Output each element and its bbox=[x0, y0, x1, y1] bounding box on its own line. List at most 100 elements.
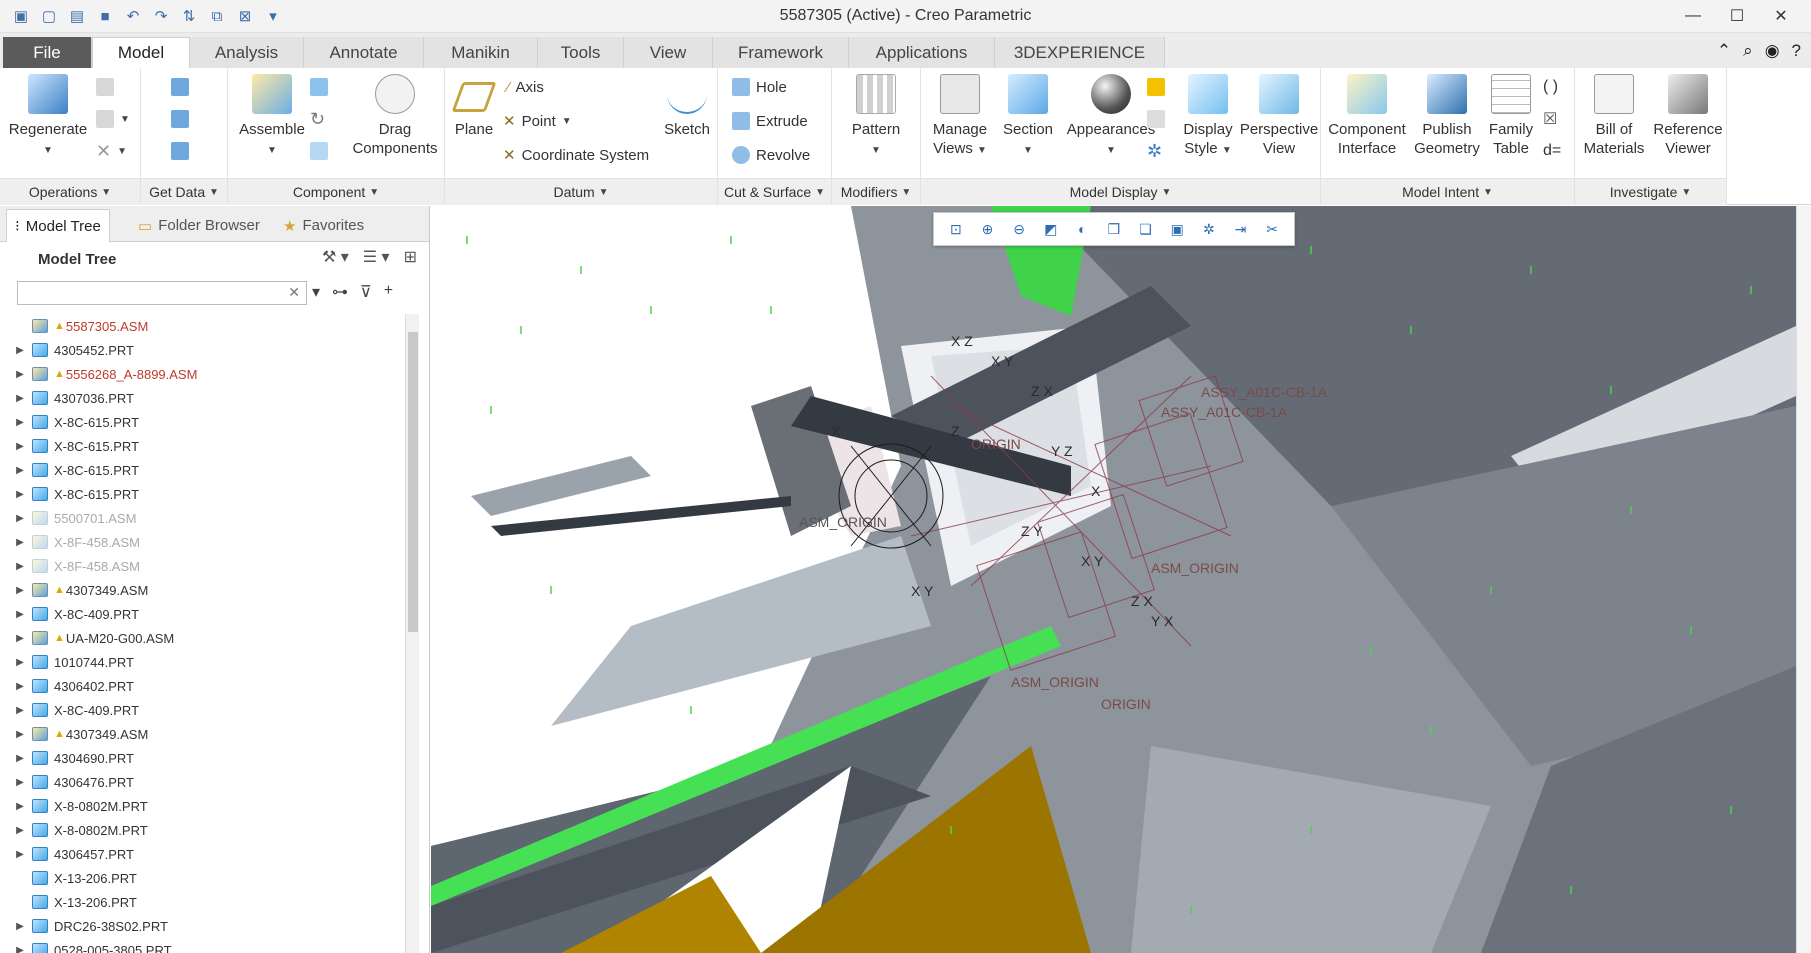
modifiers-group-label[interactable]: Modifiers ▼ bbox=[832, 178, 920, 205]
relations-button[interactable]: ( ) bbox=[1543, 76, 1558, 98]
expand-arrow-icon[interactable]: ▶ bbox=[12, 657, 28, 668]
clear-search-icon[interactable]: ✕ bbox=[288, 284, 300, 301]
tree-item[interactable]: X-13-206.PRT bbox=[12, 890, 404, 914]
component-interface-button[interactable]: Component Interface bbox=[1325, 74, 1409, 158]
collapse-ribbon-icon[interactable]: ⌃ bbox=[1717, 41, 1731, 61]
expand-arrow-icon[interactable]: ▶ bbox=[12, 417, 28, 428]
expand-arrow-icon[interactable]: ▶ bbox=[12, 633, 28, 644]
operations-group-label[interactable]: Operations ▼ bbox=[0, 178, 140, 205]
tree-item[interactable]: ▶ X-8C-409.PRT bbox=[12, 602, 404, 626]
tab-tools[interactable]: Tools bbox=[538, 37, 624, 68]
tab-model-tree[interactable]: ⁝ Model Tree bbox=[6, 209, 110, 242]
tree-item[interactable]: ▶ 4305452.PRT bbox=[12, 338, 404, 362]
expand-arrow-icon[interactable]: ▶ bbox=[12, 561, 28, 572]
point-button[interactable]: ✕ Point ▼ bbox=[503, 110, 572, 132]
expand-arrow-icon[interactable]: ▶ bbox=[12, 537, 28, 548]
tree-item[interactable]: ▶ X-8C-615.PRT bbox=[12, 410, 404, 434]
tree-item[interactable]: ▶ ▲ 4307349.ASM bbox=[12, 722, 404, 746]
zoom-out-icon[interactable]: ⊖ bbox=[1008, 218, 1030, 240]
annotation-display-icon[interactable]: ⇥ bbox=[1229, 218, 1251, 240]
switch-dimensions-button[interactable]: d= bbox=[1543, 140, 1561, 162]
revolve-button[interactable]: Revolve bbox=[732, 144, 810, 166]
refit-icon[interactable]: ⊡ bbox=[945, 218, 967, 240]
graphics-viewport[interactable]: X Z X Y Z X Z Y X Y Z X Y X X Y Z X Y X Z ASM_OR… bbox=[431, 206, 1796, 953]
search-icon[interactable]: ⌕ bbox=[1743, 41, 1753, 61]
user-defined-feature-button[interactable] bbox=[171, 76, 189, 98]
expand-arrow-icon[interactable]: ▶ bbox=[12, 585, 28, 596]
tab-framework[interactable]: Framework bbox=[713, 37, 849, 68]
expand-arrow-icon[interactable]: ▶ bbox=[12, 801, 28, 812]
community-icon[interactable]: ◉ bbox=[1765, 41, 1780, 61]
tab-folder-browser[interactable]: ▭ Folder Browser bbox=[130, 209, 268, 242]
expand-arrow-icon[interactable]: ▶ bbox=[12, 849, 28, 860]
tab-3dexperience[interactable]: 3DEXPERIENCE bbox=[995, 37, 1165, 68]
tab-model[interactable]: Model bbox=[92, 37, 190, 68]
tab-favorites[interactable]: ★ Favorites bbox=[275, 209, 372, 242]
tree-item[interactable]: ▶ ▲ 4307349.ASM bbox=[12, 578, 404, 602]
expand-arrow-icon[interactable]: ▶ bbox=[12, 729, 28, 740]
tree-item[interactable]: ▶ X-8C-615.PRT bbox=[12, 458, 404, 482]
display-style-icon[interactable]: ◐ bbox=[1071, 218, 1093, 240]
expand-arrow-icon[interactable]: ▶ bbox=[12, 369, 28, 380]
filter-icon[interactable]: ⊽ bbox=[360, 282, 372, 302]
perspective-icon[interactable]: ▣ bbox=[1166, 218, 1188, 240]
axis-button[interactable]: ⁄ Axis bbox=[507, 76, 544, 98]
drag-components-button[interactable]: Drag Components bbox=[346, 74, 444, 158]
repeat-button[interactable]: ↻ bbox=[310, 108, 325, 130]
tree-settings-icon[interactable]: ⚒ ▾ bbox=[322, 247, 349, 267]
section-button[interactable]: Section ▼ bbox=[995, 74, 1061, 160]
tree-item[interactable]: ▶ 4307036.PRT bbox=[12, 386, 404, 410]
expand-arrow-icon[interactable]: ▶ bbox=[12, 705, 28, 716]
expand-arrow-icon[interactable]: ▶ bbox=[12, 513, 28, 524]
tree-item[interactable]: ▶ X-8-0802M.PRT bbox=[12, 818, 404, 842]
plane-button[interactable]: Plane bbox=[449, 74, 499, 139]
tree-columns-icon[interactable]: ⊞ bbox=[404, 247, 417, 267]
expand-arrow-icon[interactable]: ▶ bbox=[12, 945, 28, 953]
parameters-button[interactable]: ☒ bbox=[1543, 108, 1557, 130]
tree-item[interactable]: ▲ 5587305.ASM bbox=[12, 314, 404, 338]
close-icon[interactable]: ✕ bbox=[1759, 2, 1803, 30]
tab-view[interactable]: View bbox=[624, 37, 713, 68]
expand-arrow-icon[interactable]: ▶ bbox=[12, 753, 28, 764]
tree-item[interactable]: ▶ 5500701.ASM bbox=[12, 506, 404, 530]
tree-item[interactable]: ▶ ▲ UA-M20-G00.ASM bbox=[12, 626, 404, 650]
copy-geometry-button[interactable] bbox=[171, 108, 189, 130]
expand-arrow-icon[interactable]: ▶ bbox=[12, 777, 28, 788]
scrollbar-thumb[interactable] bbox=[408, 332, 418, 632]
expand-arrow-icon[interactable]: ▶ bbox=[12, 825, 28, 836]
minimize-icon[interactable]: — bbox=[1671, 2, 1715, 30]
tree-scrollbar[interactable] bbox=[405, 314, 419, 953]
cut-surface-group-label[interactable]: Cut & Surface ▼ bbox=[718, 178, 831, 205]
bill-of-materials-button[interactable]: Bill of Materials bbox=[1577, 74, 1651, 158]
search-dropdown-icon[interactable]: ▾ bbox=[312, 282, 320, 302]
display-option-2-button[interactable] bbox=[1147, 108, 1165, 130]
saved-orientations-icon[interactable]: ❒ bbox=[1103, 218, 1125, 240]
tree-item[interactable]: ▶ 4306476.PRT bbox=[12, 770, 404, 794]
help-icon[interactable]: ? bbox=[1792, 41, 1801, 61]
pattern-button[interactable]: Pattern ▼ bbox=[836, 74, 916, 160]
tree-item[interactable]: ▶ X-8C-409.PRT bbox=[12, 698, 404, 722]
appearances-button[interactable]: Appearances ▼ bbox=[1061, 74, 1161, 160]
display-option-3-button[interactable]: ✲ bbox=[1147, 140, 1162, 162]
zoom-in-icon[interactable]: ⊕ bbox=[976, 218, 998, 240]
expand-arrow-icon[interactable]: ▶ bbox=[12, 489, 28, 500]
hole-button[interactable]: Hole bbox=[732, 76, 787, 98]
tree-item[interactable]: ▶ X-8-0802M.PRT bbox=[12, 794, 404, 818]
tree-item[interactable]: ▶ ▲ 5556268_A-8899.ASM bbox=[12, 362, 404, 386]
create-component-button[interactable] bbox=[310, 76, 328, 98]
tree-item[interactable]: ▶ 0528-005-3805.PRT bbox=[12, 938, 404, 953]
regenerate-button[interactable]: Regenerate ▼ bbox=[6, 74, 90, 160]
family-table-button[interactable]: Family Table bbox=[1481, 74, 1541, 158]
tree-item[interactable]: ▶ X-8F-458.ASM bbox=[12, 554, 404, 578]
tree-filters-icon[interactable]: ☰ ▾ bbox=[363, 247, 390, 267]
datum-display-icon[interactable]: ✲ bbox=[1198, 218, 1220, 240]
manage-views-button[interactable]: Manage Views ▼ bbox=[925, 74, 995, 160]
copy-button[interactable] bbox=[96, 76, 114, 98]
tab-annotate[interactable]: Annotate bbox=[304, 37, 424, 68]
get-data-group-label[interactable]: Get Data ▼ bbox=[141, 178, 227, 205]
tree-item[interactable]: X-13-206.PRT bbox=[12, 866, 404, 890]
tab-manikin[interactable]: Manikin bbox=[424, 37, 538, 68]
expand-arrow-icon[interactable]: ▶ bbox=[12, 345, 28, 356]
coordinate-system-button[interactable]: ✕ Coordinate System bbox=[503, 144, 649, 166]
paste-button[interactable]: ▼ bbox=[96, 108, 130, 130]
